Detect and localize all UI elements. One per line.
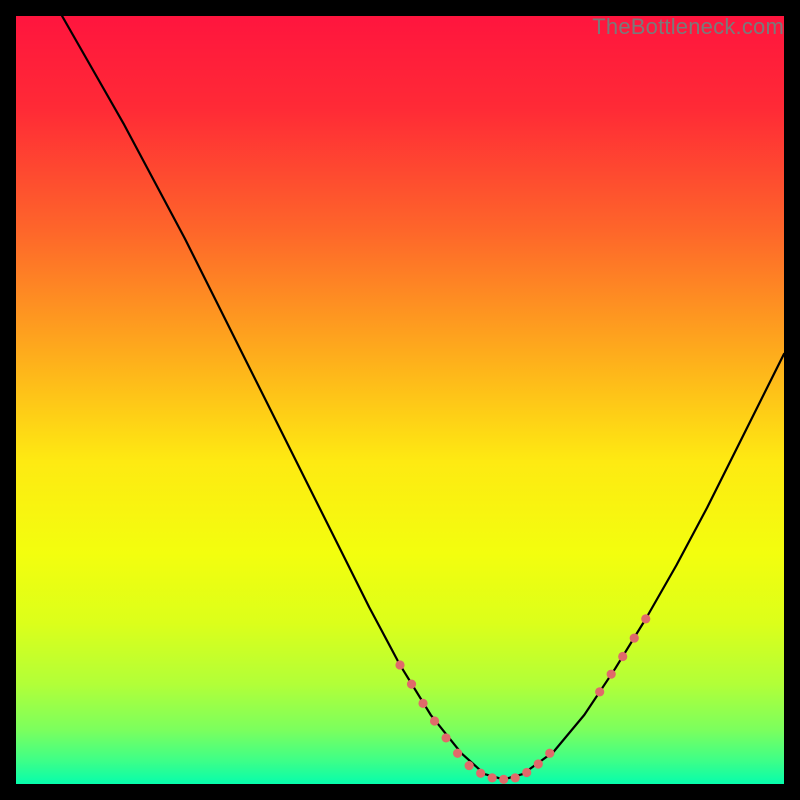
marker-dot [618,652,627,661]
marker-dot [395,660,404,669]
marker-dot [522,768,531,777]
marker-dot [418,699,427,708]
marker-dot [453,749,462,758]
marker-dot [607,670,616,679]
marker-dot [595,687,604,696]
marker-dot [499,775,508,784]
marker-dot [641,614,650,623]
chart-frame: TheBottleneck.com [16,16,784,784]
marker-dot [430,716,439,725]
bottleneck-chart [16,16,784,784]
marker-dot [630,633,639,642]
marker-dot [534,759,543,768]
marker-dot [476,769,485,778]
marker-dot [441,733,450,742]
marker-dot [511,773,520,782]
marker-dot [488,773,497,782]
watermark-text: TheBottleneck.com [592,14,784,40]
marker-dot [465,761,474,770]
marker-dot [545,749,554,758]
marker-dot [407,680,416,689]
